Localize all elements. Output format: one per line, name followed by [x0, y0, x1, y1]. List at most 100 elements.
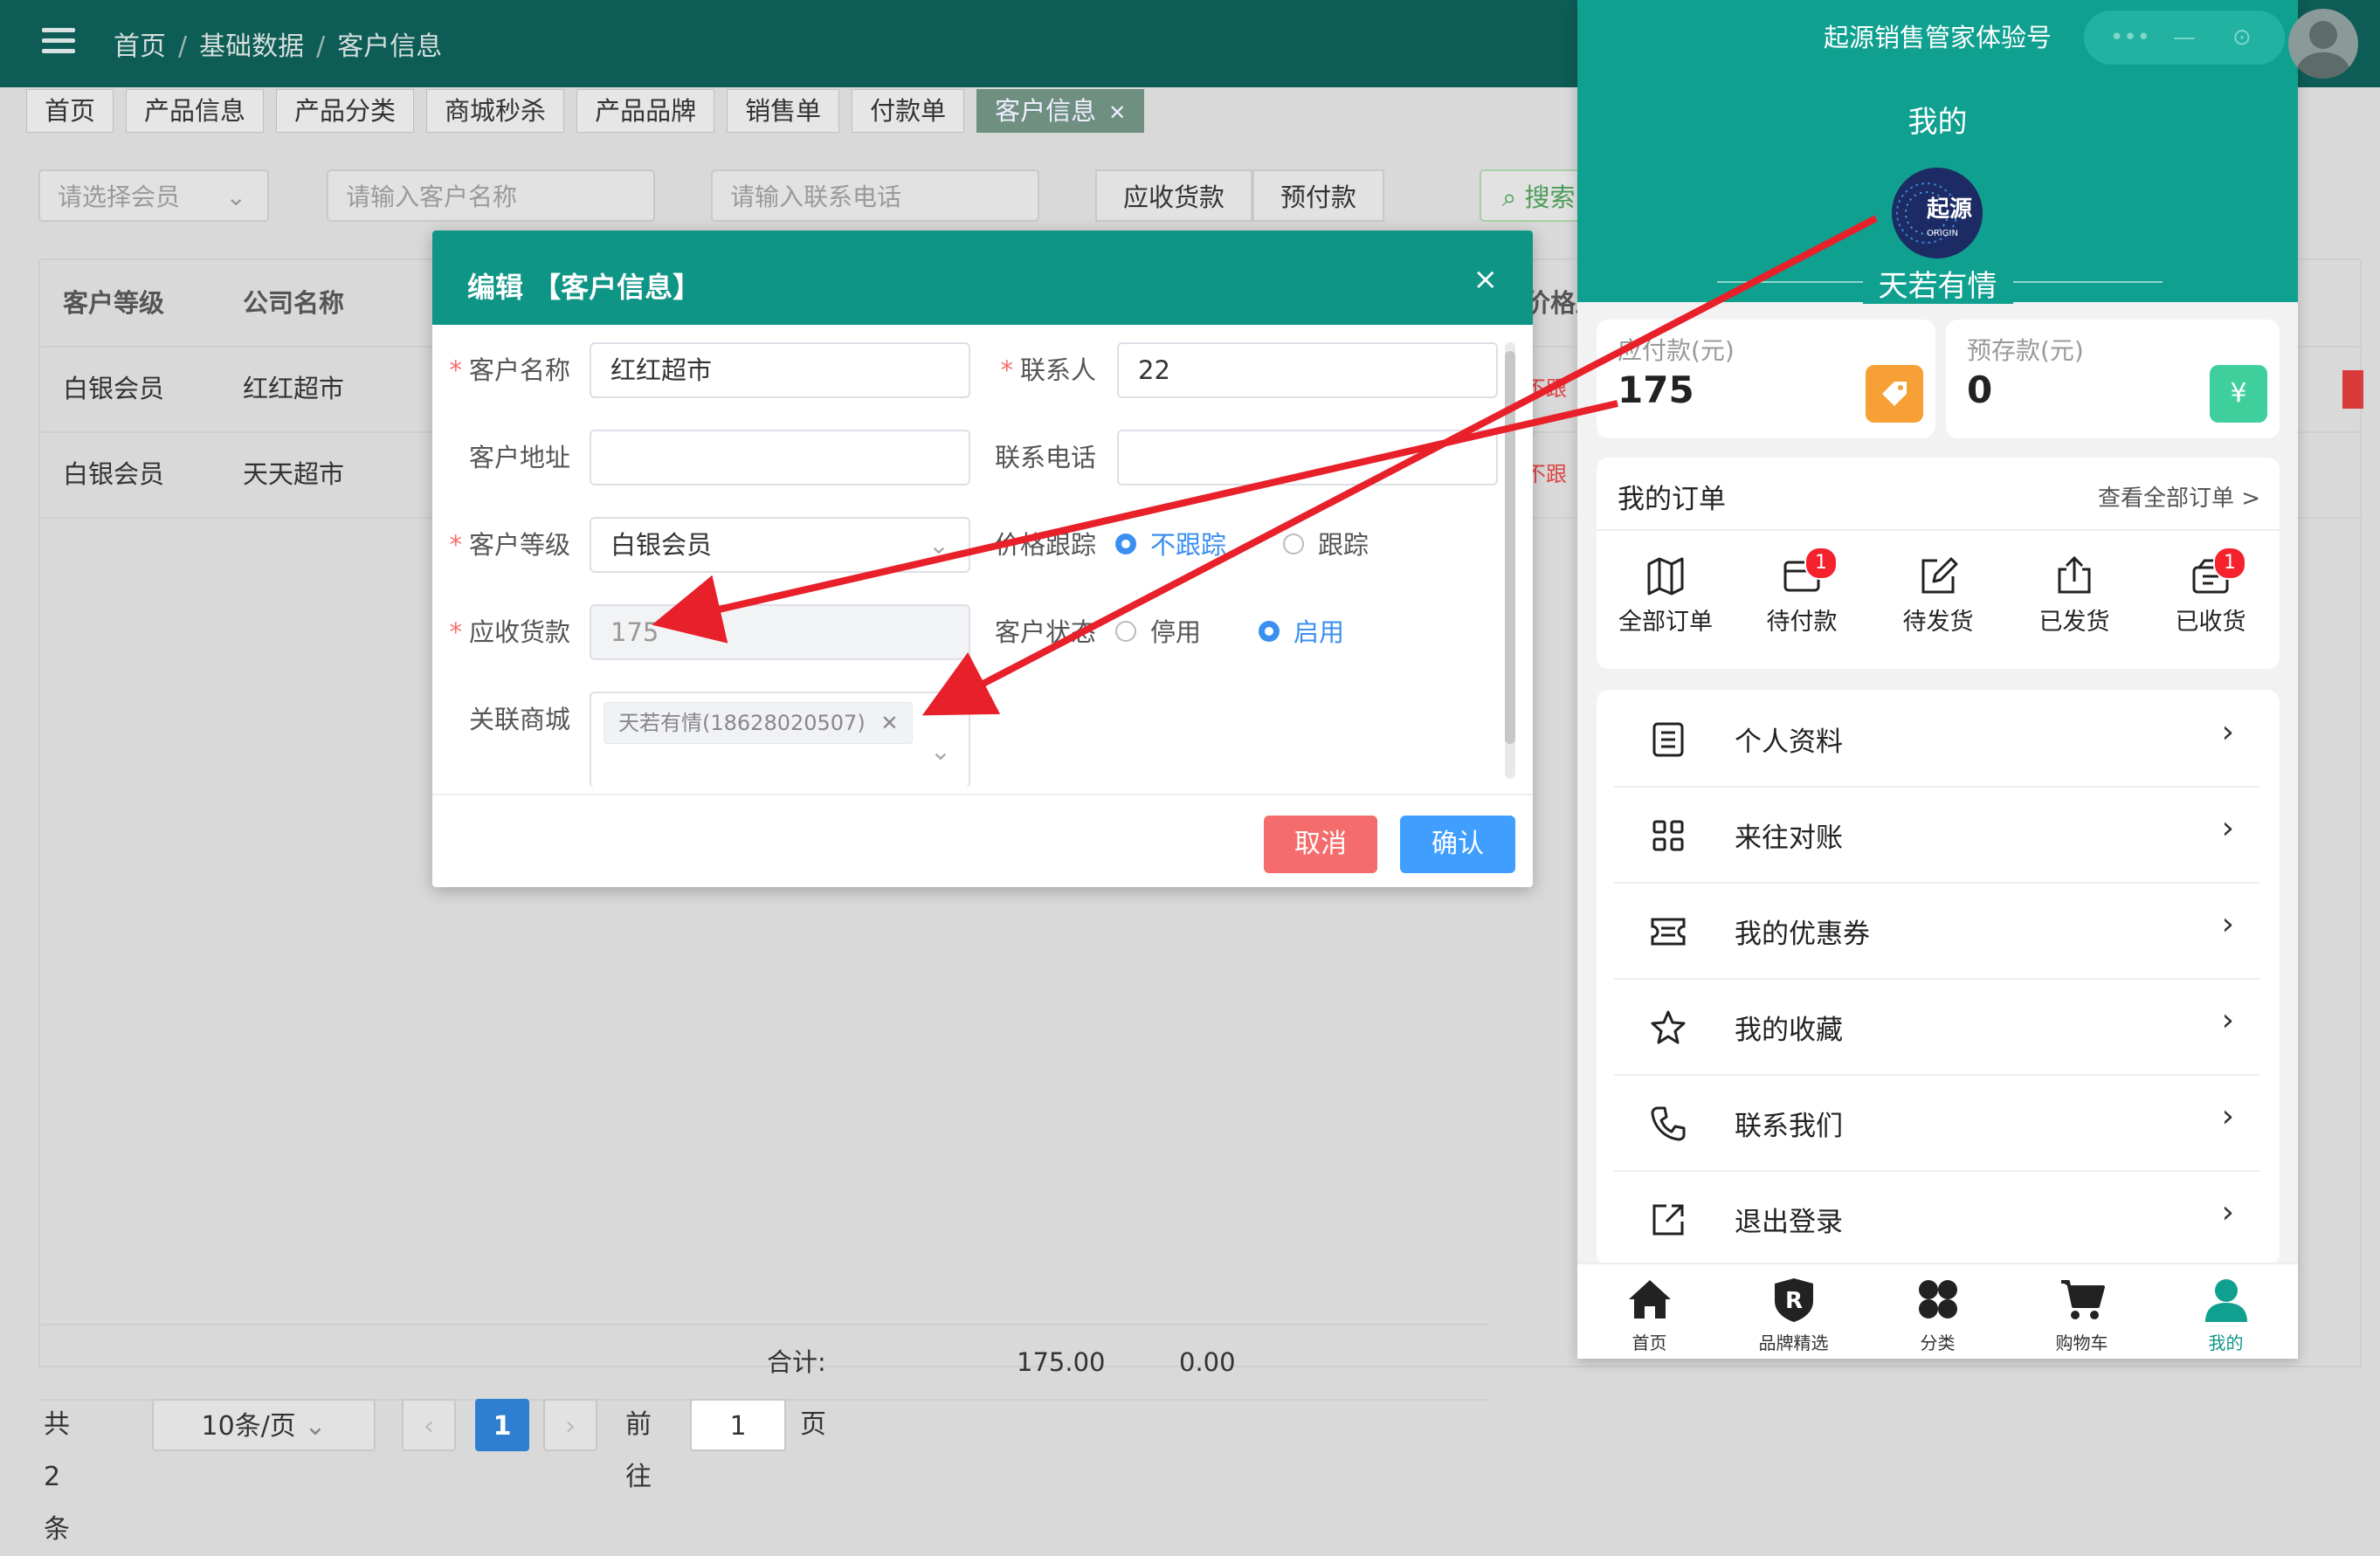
mobile-page-title: 我的	[1907, 105, 1968, 140]
tabbar-brand[interactable]: R 品牌精选	[1721, 1275, 1866, 1354]
close-icon[interactable]: ×	[1473, 262, 1499, 297]
cell-level: 白银会员	[63, 374, 165, 403]
profile-icon	[1652, 722, 1684, 757]
dialog-header: 编辑 【客户信息】 ×	[432, 231, 1533, 325]
dialog-scrollbar[interactable]	[1505, 342, 1515, 779]
cell-company: 红红超市	[243, 374, 345, 403]
prepay-button[interactable]: 预付款	[1252, 169, 1385, 222]
chevron-right-icon: ›	[2221, 1195, 2234, 1230]
tab-product-info[interactable]: 产品信息	[126, 89, 265, 133]
mall-tag: 天若有情(18628020507) ✕	[604, 702, 914, 744]
tab-customer-info[interactable]: 客户信息 ✕	[976, 89, 1145, 133]
svg-text:R: R	[1784, 1288, 1802, 1314]
tab-product-brand[interactable]: 产品品牌	[576, 89, 715, 133]
profile-menu: 个人资料 › 来往对账 › 我的优惠券 › 我的收藏 › 联系我们 › 退出登录 ›	[1597, 690, 2280, 1266]
menu-contact[interactable]: 联系我们 ›	[1614, 1074, 2260, 1172]
page-1-button[interactable]: 1	[475, 1399, 529, 1451]
tag-close-icon[interactable]: ✕	[880, 711, 898, 735]
origin-logo-icon: 起源 ORIGIN	[1892, 168, 1983, 258]
breadcrumb: 首页 / 基础数据 / 客户信息	[114, 31, 443, 62]
order-shipped[interactable]: 已发货	[2009, 554, 2140, 637]
received-badge: 1	[2213, 547, 2246, 580]
receivable-label: * 应收货款	[449, 617, 570, 647]
tabbar-mine[interactable]: 我的	[2154, 1275, 2298, 1354]
member-select-placeholder: 请选择会员	[58, 182, 181, 211]
phone-icon	[1651, 1106, 1686, 1141]
prev-page-button[interactable]: ‹	[402, 1399, 456, 1451]
menu-logout[interactable]: 退出登录 ›	[1614, 1170, 2260, 1266]
customer-name-field[interactable]: 红红超市	[590, 342, 970, 398]
radio-status-disabled[interactable]: 停用	[1115, 604, 1201, 660]
my-orders-card: 我的订单 查看全部订单 > 全部订单 待付款 1 待发货 已发货 已收货 1	[1597, 458, 2280, 669]
order-all[interactable]: 全部订单	[1600, 554, 1731, 637]
chevron-down-icon: ⌄	[929, 736, 951, 766]
price-track-label: 价格跟踪	[994, 530, 1096, 560]
logout-icon	[1652, 1204, 1684, 1236]
tabbar-cart[interactable]: 购物车	[2010, 1275, 2154, 1354]
pager-total: 共 2 条	[44, 1409, 70, 1545]
view-all-orders-link[interactable]: 查看全部订单 >	[2098, 480, 2260, 513]
orders-title: 我的订单	[1618, 484, 1726, 515]
next-page-button[interactable]: ›	[543, 1399, 597, 1451]
tab-home[interactable]: 首页	[26, 89, 114, 133]
menu-reconciliation[interactable]: 来往对账 ›	[1614, 786, 2260, 884]
username: 天若有情	[1577, 262, 2298, 305]
deposit-card[interactable]: 预存款(元) 0 ¥	[1946, 320, 2280, 438]
mobile-header: 起源销售管家体验号 ••• — ⊙ 我的 起源 ORIGIN 天若有情	[1577, 0, 2298, 305]
tabbar-home[interactable]: 首页	[1577, 1275, 1721, 1354]
radio-status-enabled[interactable]: 启用	[1259, 604, 1344, 660]
order-pending-payment[interactable]: 待付款 1	[1736, 547, 1867, 637]
tab-payment[interactable]: 付款单	[852, 89, 965, 133]
tabbar-category[interactable]: 分类	[1866, 1275, 2010, 1354]
radio-track[interactable]: 跟踪	[1283, 517, 1369, 573]
order-received[interactable]: 已收货 1	[2145, 547, 2276, 637]
row-action-button[interactable]	[2342, 370, 2363, 409]
level-select[interactable]: 白银会员 ⌄	[590, 517, 970, 573]
minimize-icon[interactable]: —	[2173, 24, 2196, 51]
upload-icon	[2058, 555, 2091, 594]
edit-icon	[1921, 557, 1958, 594]
user-avatar-icon	[2295, 21, 2351, 79]
confirm-button[interactable]: 确认	[1400, 816, 1515, 873]
user-icon	[2204, 1279, 2247, 1322]
search-button[interactable]: ⌕ 搜索	[1480, 169, 1584, 222]
address-field[interactable]	[590, 430, 970, 485]
money-icon: ¥	[2210, 365, 2267, 423]
tab-sales-order[interactable]: 销售单	[727, 89, 840, 133]
menu-coupons[interactable]: 我的优惠券 ›	[1614, 882, 2260, 980]
order-pending-shipment[interactable]: 待发货	[1873, 554, 2004, 637]
menu-toggle-icon[interactable]	[42, 28, 75, 56]
grid-icon	[1652, 820, 1684, 851]
phone-label: 联系电话	[994, 443, 1096, 472]
tab-bar: 首页 产品信息 产品分类 商城秒杀 产品品牌 销售单 付款单 客户信息 ✕	[26, 89, 1145, 134]
page-size-select[interactable]: 10条/页 ⌄	[152, 1399, 376, 1451]
breadcrumb-home[interactable]: 首页	[114, 31, 166, 62]
contact-field[interactable]: 22	[1117, 342, 1498, 398]
tab-flash-sale[interactable]: 商城秒杀	[426, 89, 565, 133]
tab-product-category[interactable]: 产品分类	[276, 89, 415, 133]
customer-name-input[interactable]: 请输入客户名称	[327, 169, 655, 222]
receivable-button[interactable]: 应收货款	[1095, 169, 1253, 222]
svg-text:ORIGIN: ORIGIN	[1927, 229, 1958, 238]
payable-card[interactable]: 应付款(元) 175	[1597, 320, 1935, 438]
pending-payment-badge: 1	[1804, 547, 1838, 580]
tab-close-icon[interactable]: ✕	[1108, 100, 1126, 125]
breadcrumb-basic-data[interactable]: 基础数据	[199, 31, 304, 62]
cell-company: 天天超市	[243, 459, 345, 489]
phone-field[interactable]	[1117, 430, 1498, 485]
menu-favorites[interactable]: 我的收藏 ›	[1614, 978, 2260, 1076]
member-select[interactable]: 请选择会员 ⌄	[38, 169, 269, 222]
close-circle-icon[interactable]: ⊙	[2232, 24, 2252, 51]
phone-input[interactable]: 请输入联系电话	[711, 169, 1039, 222]
cart-icon	[2060, 1280, 2105, 1319]
level-label: * 客户等级	[449, 530, 570, 560]
radio-no-track[interactable]: 不跟踪	[1115, 517, 1226, 573]
avatar[interactable]: 起源 ORIGIN	[1892, 168, 1983, 258]
map-icon	[1647, 557, 1684, 596]
mall-select[interactable]: 天若有情(18628020507) ✕ ⌄	[590, 692, 970, 788]
menu-profile[interactable]: 个人资料 ›	[1614, 690, 2260, 788]
more-icon[interactable]: •••	[2110, 24, 2150, 51]
cancel-button[interactable]: 取消	[1264, 816, 1377, 873]
goto-page-input[interactable]: 1	[690, 1399, 786, 1451]
admin-avatar[interactable]	[2288, 9, 2358, 79]
